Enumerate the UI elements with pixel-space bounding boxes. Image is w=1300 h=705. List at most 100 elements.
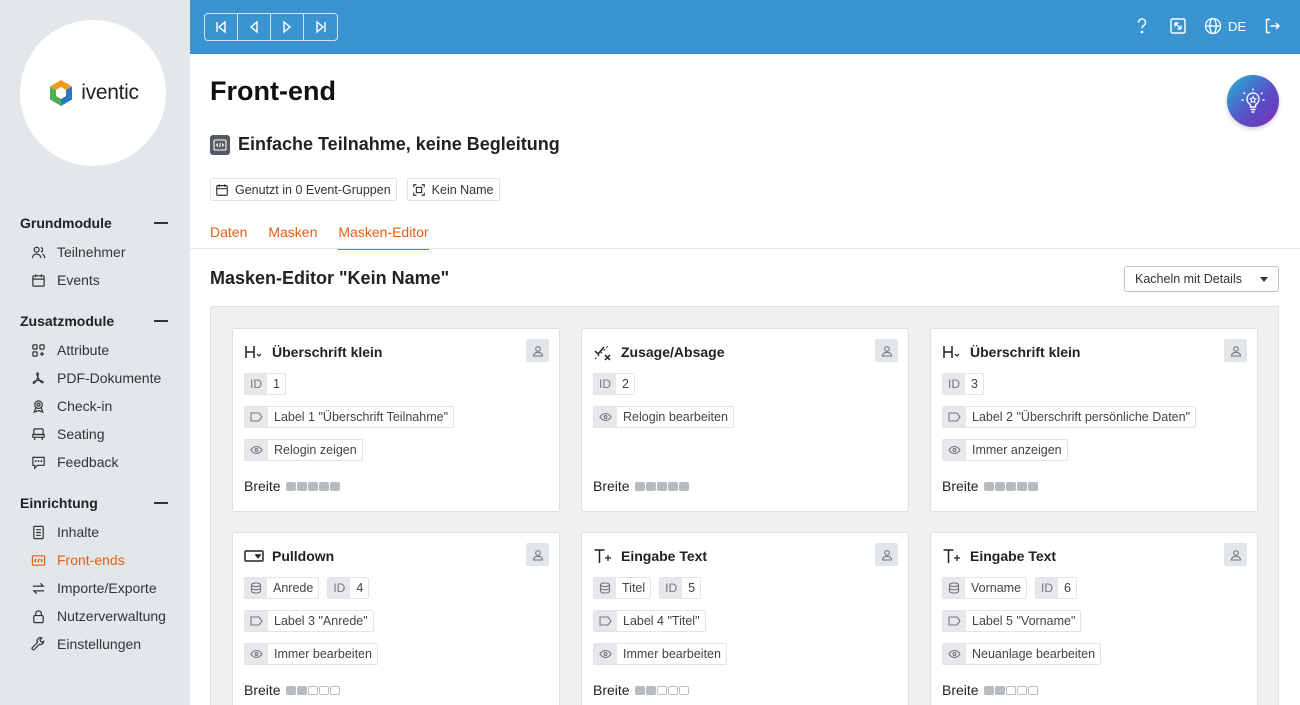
sidebar-item-importe-exporte[interactable]: Importe/Exporte [20, 574, 170, 602]
group-header-einrichtung[interactable]: Einrichtung [20, 492, 170, 514]
user-visibility-button[interactable] [1224, 543, 1247, 566]
mask-canvas: Überschrift klein ID 1 Label 1 "Überschri… [210, 306, 1279, 705]
width-indicator[interactable]: Breite [593, 682, 689, 698]
field-card[interactable]: Eingabe Text Titel ID 5 Label 4 "Titel" I… [581, 532, 909, 705]
user-visibility-button[interactable] [875, 543, 898, 566]
sidebar-item-feedback[interactable]: Feedback [20, 448, 170, 476]
database-icon [594, 578, 616, 598]
brand-name: iventic [81, 81, 139, 104]
field-card[interactable]: Überschrift klein ID 1 Label 1 "Überschri… [232, 328, 560, 512]
field-label-tag: Label 1 "Überschrift Teilnahme" [244, 406, 455, 428]
mask-subtitle: Einfache Teilnahme, keine Begleitung [210, 134, 560, 155]
tab-masken[interactable]: Masken [268, 224, 317, 250]
sidebar-item-teilnehmer[interactable]: Teilnehmer [20, 238, 170, 266]
width-indicator[interactable]: Breite [593, 478, 689, 494]
group-header-grundmodule[interactable]: Grundmodule [20, 212, 170, 234]
sidebar-item-check-in[interactable]: Check-in [20, 392, 170, 420]
width-blocks [285, 481, 340, 491]
sidebar-item-inhalte[interactable]: Inhalte [20, 518, 170, 546]
logout-icon [1265, 18, 1280, 34]
width-indicator[interactable]: Breite [244, 478, 340, 494]
text-input-icon [942, 546, 962, 566]
previous-icon [249, 20, 258, 34]
user-visibility-button[interactable] [526, 543, 549, 566]
user-icon [1230, 345, 1241, 357]
collapse-icon[interactable] [154, 320, 168, 322]
user-visibility-button[interactable] [526, 339, 549, 362]
top-bar: DE [190, 0, 1300, 54]
help-button[interactable] [1132, 16, 1152, 36]
tab-masken-editor[interactable]: Masken-Editor [338, 224, 429, 250]
visibility-tag: Neuanlage bearbeiten [942, 643, 1102, 665]
sidebar-item-nutzerverwaltung[interactable]: Nutzerverwaltung [20, 602, 170, 630]
group-header-zusatzmodule[interactable]: Zusatzmodule [20, 310, 170, 332]
card-title: Zusage/Absage [621, 344, 725, 360]
view-mode-select[interactable]: Kacheln mit Details [1124, 266, 1279, 292]
data-source-tag: Titel [593, 577, 652, 599]
visibility-tag: Immer bearbeiten [593, 643, 727, 665]
label-tag-icon [594, 611, 617, 631]
tab-daten[interactable]: Daten [210, 224, 247, 250]
previous-record-button[interactable] [238, 14, 271, 40]
accept-decline-icon [593, 342, 613, 362]
field-card[interactable]: Überschrift klein ID 3 Label 2 "Überschri… [930, 328, 1258, 512]
data-source-tag: Vorname [942, 577, 1028, 599]
sidebar-item-einstellungen[interactable]: Einstellungen [20, 630, 170, 658]
width-indicator[interactable]: Breite [244, 682, 340, 698]
card-title: Eingabe Text [621, 548, 708, 564]
event-groups-chip[interactable]: Genutzt in 0 Event-Gruppen [210, 178, 397, 201]
frontend-icon [31, 554, 46, 566]
next-icon [283, 20, 292, 34]
field-card[interactable]: Pulldown Anrede ID 4 Label 3 "Anrede" Imm… [232, 532, 560, 705]
field-label-tag: Label 3 "Anrede" [244, 610, 374, 632]
sidebar-item-front-ends[interactable]: Front-ends [20, 546, 170, 574]
name-chip[interactable]: Kein Name [406, 178, 500, 201]
card-title: Überschrift klein [970, 344, 1081, 360]
collapse-icon[interactable] [154, 502, 168, 504]
field-card[interactable]: Eingabe Text Vorname ID 6 Label 5 "Vornam… [930, 532, 1258, 705]
sidebar-item-pdf-dokumente[interactable]: PDF-Dokumente [20, 364, 170, 392]
visibility-tag: Immer bearbeiten [244, 643, 378, 665]
sidebar-item-events[interactable]: Events [20, 266, 170, 294]
width-blocks [634, 685, 689, 695]
nav-group-grundmodule: Grundmodule Teilnehmer Events [20, 212, 170, 294]
width-blocks [285, 685, 340, 695]
group-title: Zusatzmodule [20, 313, 115, 329]
nav-group-einrichtung: Einrichtung Inhalte Front-ends Importe/E… [20, 492, 170, 658]
assistant-button[interactable] [1227, 75, 1279, 127]
fullscreen-button[interactable] [1168, 16, 1188, 36]
field-label-tag: Label 2 "Überschrift persönliche Daten" [942, 406, 1197, 428]
brand-logo[interactable]: iventic [20, 20, 166, 166]
label-tag-icon [245, 611, 268, 631]
first-record-button[interactable] [205, 14, 238, 40]
sidebar: iventic Grundmodule Teilnehmer Events Zu… [0, 0, 190, 705]
width-indicator[interactable]: Breite [942, 478, 1038, 494]
language-switch[interactable]: DE [1204, 17, 1246, 35]
field-card[interactable]: Zusage/Absage ID 2 Relogin bearbeiten Bre… [581, 328, 909, 512]
next-record-button[interactable] [271, 14, 304, 40]
main-content: Front-end Einfache Teilnahme, keine Begl… [190, 54, 1300, 705]
text-input-icon [593, 546, 613, 566]
seat-icon [32, 427, 45, 440]
collapse-icon[interactable] [154, 222, 168, 224]
user-visibility-button[interactable] [1224, 339, 1247, 362]
database-icon [245, 578, 267, 598]
width-indicator[interactable]: Breite [942, 682, 1038, 698]
group-title: Einrichtung [20, 495, 98, 511]
card-title: Überschrift klein [272, 344, 383, 360]
logout-button[interactable] [1262, 16, 1282, 36]
user-visibility-button[interactable] [875, 339, 898, 362]
editor-title: Masken-Editor "Kein Name" [210, 268, 450, 288]
calendar-icon [216, 183, 228, 196]
sidebar-item-seating[interactable]: Seating [20, 420, 170, 448]
user-icon [1230, 549, 1241, 561]
sidebar-item-attribute[interactable]: Attribute [20, 336, 170, 364]
heading-icon [942, 342, 962, 362]
eye-icon [245, 440, 268, 460]
last-record-button[interactable] [304, 14, 337, 40]
width-blocks [634, 481, 689, 491]
field-id-tag: ID 4 [327, 577, 370, 599]
lightbulb-icon [1241, 88, 1265, 113]
page-title: Front-end [210, 76, 336, 106]
subtitle-text: Einfache Teilnahme, keine Begleitung [238, 134, 560, 154]
